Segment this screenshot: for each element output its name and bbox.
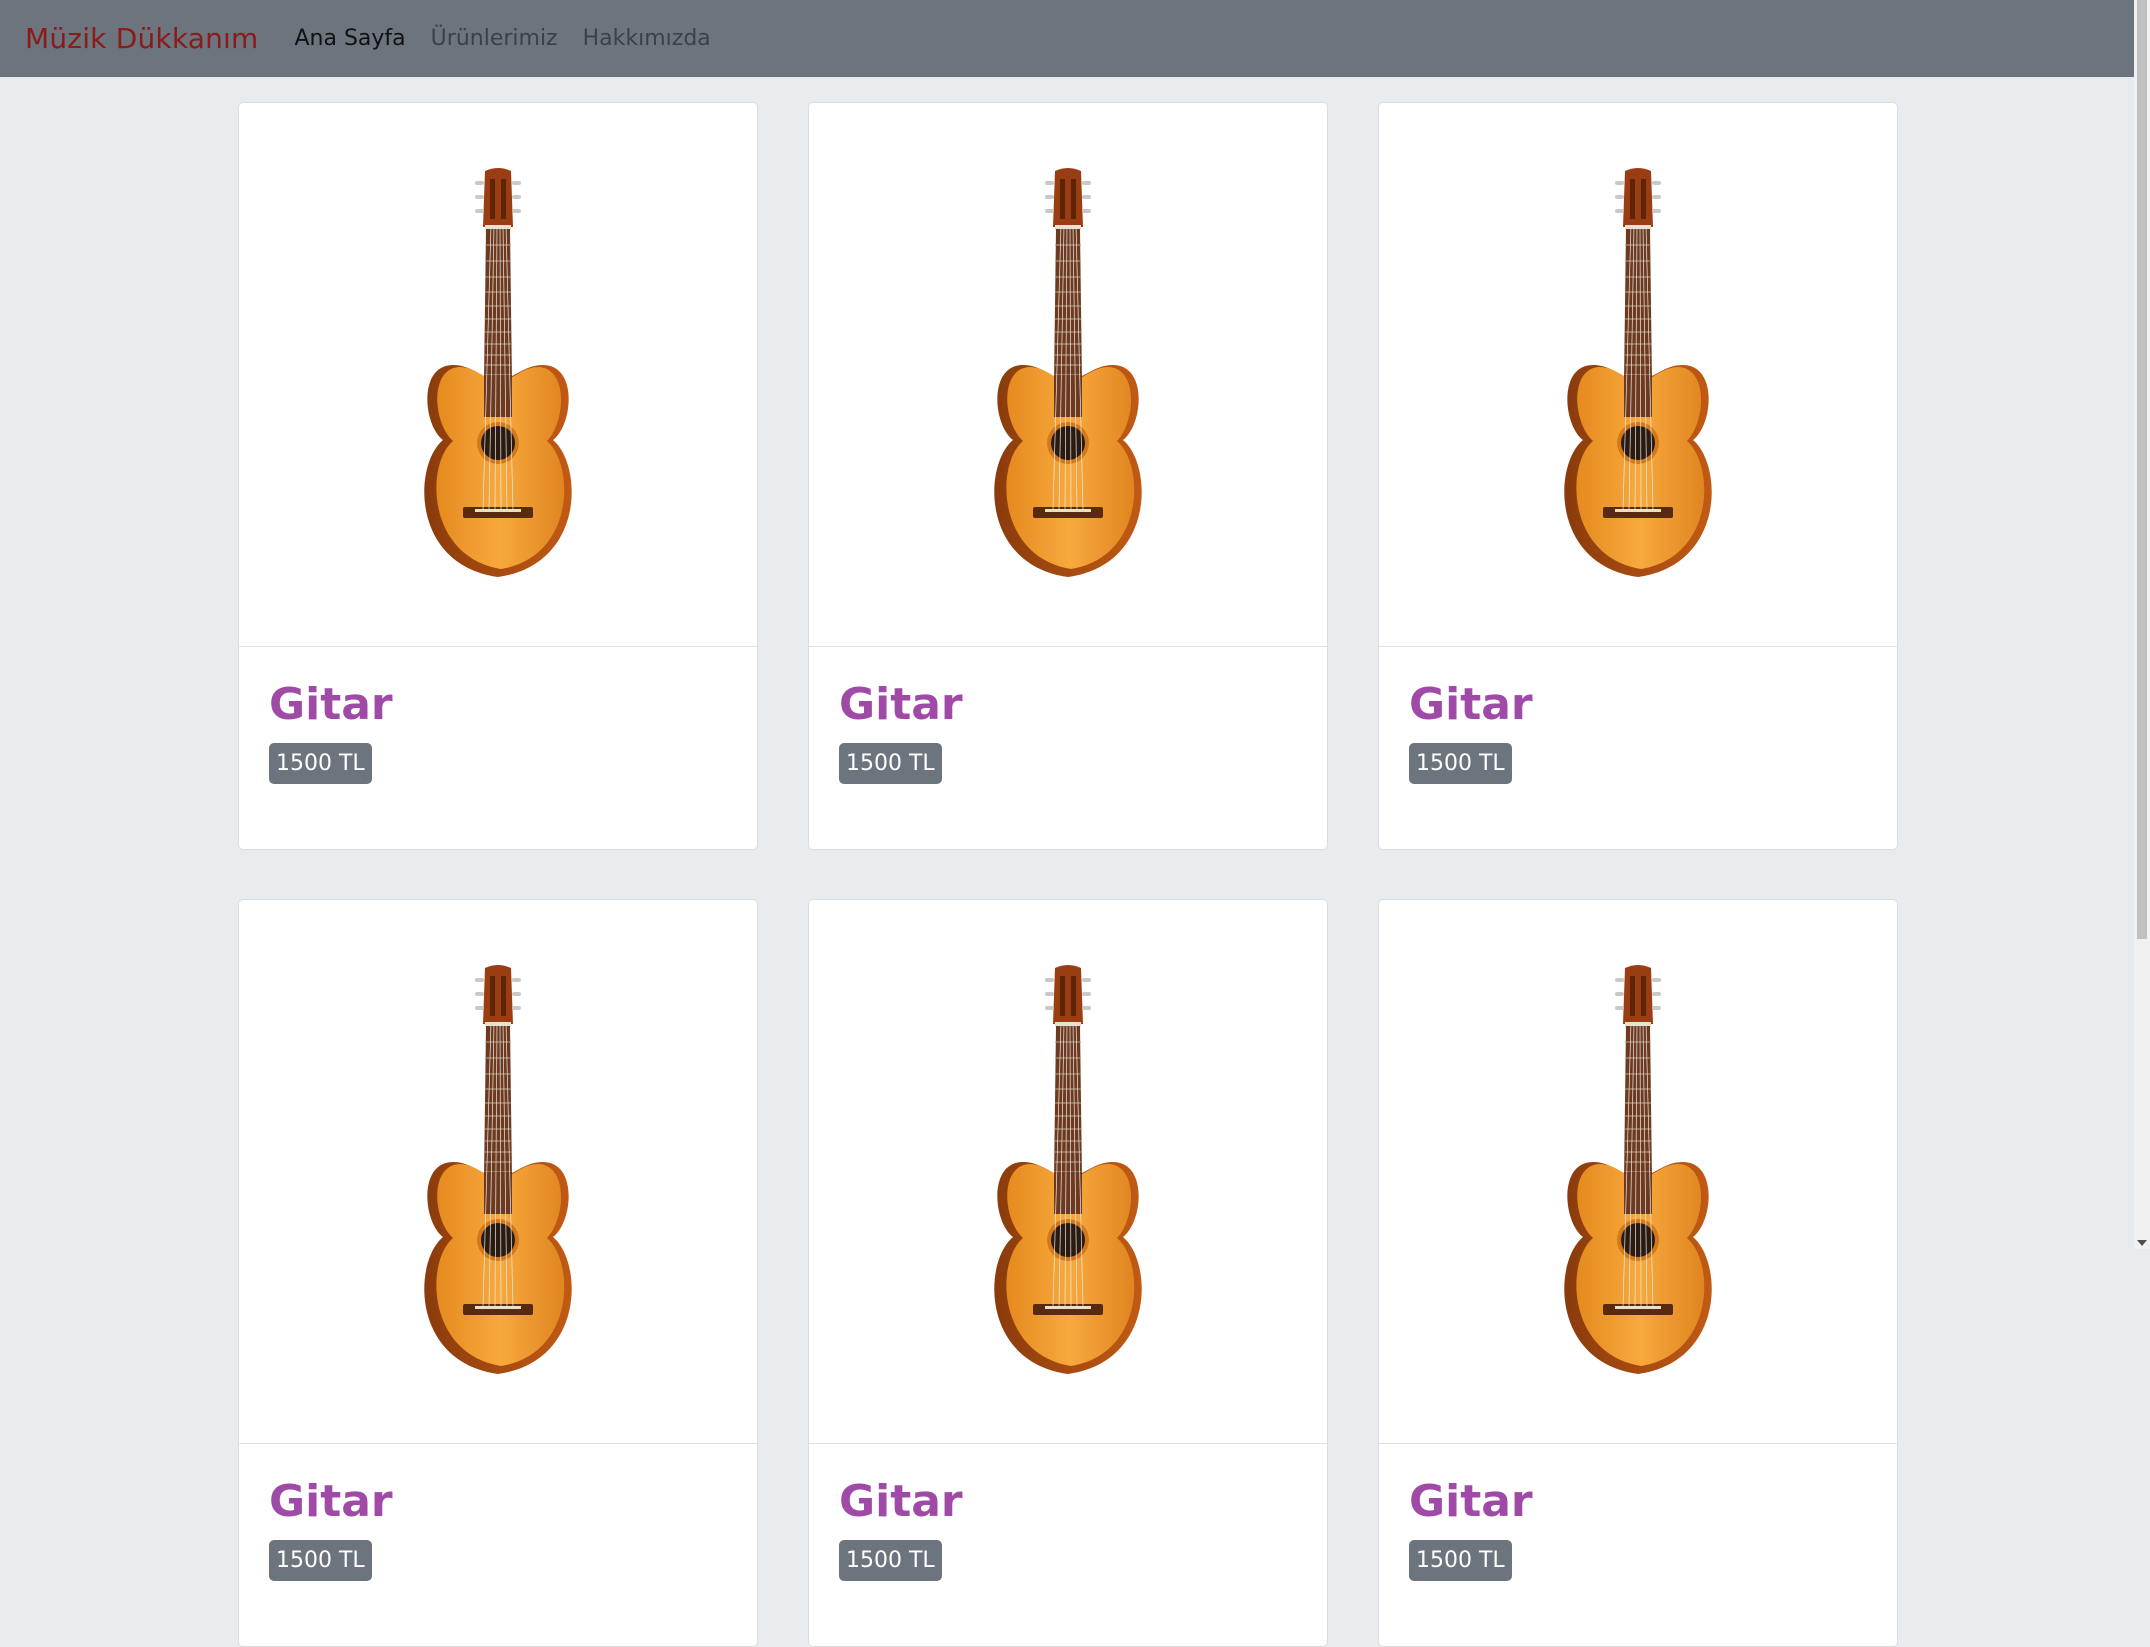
card-body: Gitar 1500 TL — [1379, 1444, 1897, 1615]
product-image — [239, 900, 757, 1444]
guitar-icon — [1564, 167, 1712, 577]
nav-link-urunlerimiz[interactable]: Ürünlerimiz — [431, 26, 558, 51]
card-body: Gitar 1500 TL — [1379, 647, 1897, 818]
guitar-icon — [424, 167, 572, 577]
product-image — [1379, 103, 1897, 647]
product-title: Gitar — [839, 1476, 963, 1527]
product-card[interactable]: Gitar 1500 TL — [1378, 102, 1898, 850]
guitar-icon — [424, 964, 572, 1374]
product-title: Gitar — [269, 1476, 393, 1527]
price-badge: 1500 TL — [1409, 743, 1512, 785]
product-grid: Gitar 1500 TL Gitar 1500 TL Gitar 1500 T… — [238, 102, 1898, 1647]
nav-link-hakkimizda[interactable]: Hakkımızda — [583, 26, 711, 51]
card-body: Gitar 1500 TL — [239, 1444, 757, 1615]
scroll-down-arrow-icon[interactable] — [2137, 1240, 2147, 1246]
price-badge: 1500 TL — [269, 1540, 372, 1582]
product-image — [809, 900, 1327, 1444]
product-image — [809, 103, 1327, 647]
card-body: Gitar 1500 TL — [809, 1444, 1327, 1615]
product-title: Gitar — [1409, 679, 1533, 730]
product-card[interactable]: Gitar 1500 TL — [808, 899, 1328, 1647]
vertical-scrollbar[interactable] — [2134, 0, 2150, 1249]
price-badge: 1500 TL — [269, 743, 372, 785]
price-badge: 1500 TL — [839, 1540, 942, 1582]
nav-link-ana-sayfa[interactable]: Ana Sayfa — [295, 26, 406, 51]
brand-link[interactable]: Müzik Dükkanım — [25, 22, 259, 55]
guitar-icon — [1564, 964, 1712, 1374]
price-badge: 1500 TL — [1409, 1540, 1512, 1582]
product-card[interactable]: Gitar 1500 TL — [808, 102, 1328, 850]
card-body: Gitar 1500 TL — [239, 647, 757, 818]
product-image — [1379, 900, 1897, 1444]
price-badge: 1500 TL — [839, 743, 942, 785]
scrollbar-thumb[interactable] — [2137, 0, 2147, 939]
nav-links: Ana Sayfa Ürünlerimiz Hakkımızda — [295, 26, 736, 51]
product-card[interactable]: Gitar 1500 TL — [238, 102, 758, 850]
guitar-icon — [994, 167, 1142, 577]
product-image — [239, 103, 757, 647]
guitar-icon — [994, 964, 1142, 1374]
product-card[interactable]: Gitar 1500 TL — [1378, 899, 1898, 1647]
product-title: Gitar — [269, 679, 393, 730]
navbar: Müzik Dükkanım Ana Sayfa Ürünlerimiz Hak… — [0, 0, 2134, 77]
product-title: Gitar — [1409, 1476, 1533, 1527]
product-title: Gitar — [839, 679, 963, 730]
product-card[interactable]: Gitar 1500 TL — [238, 899, 758, 1647]
card-body: Gitar 1500 TL — [809, 647, 1327, 818]
